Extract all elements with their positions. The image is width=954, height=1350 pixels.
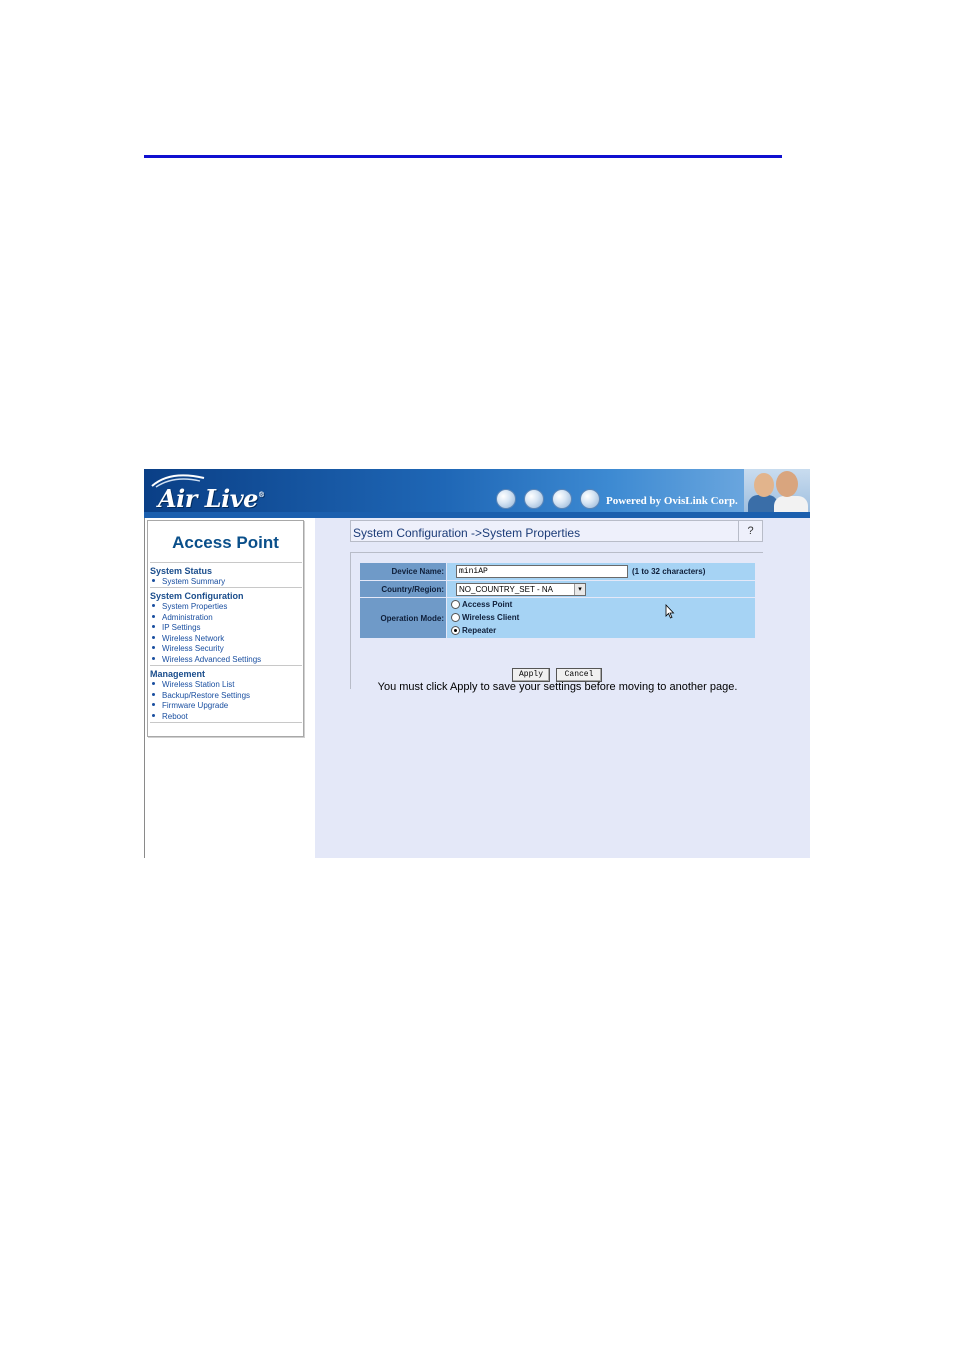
header-banner: Air Live® Powered by OvisLink Corp. — [144, 469, 810, 512]
nav-divider — [150, 722, 302, 723]
operation-mode-label: Operation Mode: — [360, 598, 446, 638]
globe-icon — [496, 489, 516, 509]
content-left-border — [350, 552, 351, 689]
globe-icons — [496, 489, 600, 511]
nav-item-reboot[interactable]: Reboot — [152, 712, 188, 721]
operation-mode-cell: Access Point Wireless Client Repeater — [447, 598, 755, 638]
page-title-bar: System Configuration ->System Properties… — [350, 520, 763, 542]
nav-title: Access Point — [172, 533, 279, 552]
nav-item-wireless-security[interactable]: Wireless Security — [152, 644, 224, 653]
bullet-icon — [152, 682, 155, 686]
country-row: Country/Region: NO_COUNTRY_SET - NA ▾ — [360, 581, 755, 597]
chevron-down-icon[interactable]: ▾ — [574, 584, 585, 595]
globe-icon — [524, 489, 544, 509]
content-area: System Configuration ->System Properties… — [315, 518, 810, 858]
device-name-hint: (1 to 32 characters) — [632, 567, 706, 576]
radio-button-selected[interactable] — [451, 626, 460, 635]
bullet-icon — [152, 646, 155, 650]
bullet-icon — [152, 703, 155, 707]
nav-item-wireless-advanced-settings[interactable]: Wireless Advanced Settings — [152, 655, 261, 664]
bullet-icon — [152, 614, 155, 618]
nav-divider — [150, 665, 302, 666]
content-divider — [350, 552, 763, 553]
nav-item-wireless-network[interactable]: Wireless Network — [152, 634, 224, 643]
bullet-icon — [152, 692, 155, 696]
help-button[interactable]: ? — [738, 521, 762, 541]
globe-icon — [580, 489, 600, 509]
left-navigation: Access Point System Status System Summar… — [144, 518, 315, 858]
router-admin-screenshot: Air Live® Powered by OvisLink Corp. Acce… — [144, 469, 810, 858]
operation-mode-row: Operation Mode: Access Point Wireless Cl… — [360, 598, 755, 638]
mode-option-wireless-client[interactable]: Wireless Client — [451, 613, 519, 622]
bullet-icon — [152, 635, 155, 639]
nav-item-wireless-station-list[interactable]: Wireless Station List — [152, 680, 234, 689]
powered-by-text: Powered by OvisLink Corp. — [606, 495, 738, 507]
nav-heading-system-configuration: System Configuration — [150, 591, 244, 601]
country-cell: NO_COUNTRY_SET - NA ▾ — [447, 581, 755, 597]
nav-panel: Access Point System Status System Summar… — [147, 520, 304, 737]
apply-button[interactable]: Apply — [512, 668, 550, 682]
device-name-row: Device Name: miniAP (1 to 32 characters) — [360, 563, 755, 580]
nav-divider — [150, 587, 302, 588]
bullet-icon — [152, 604, 155, 608]
bullet-icon — [152, 713, 155, 717]
globe-icon — [552, 489, 572, 509]
country-label: Country/Region: — [360, 581, 446, 597]
nav-heading-management: Management — [150, 669, 206, 679]
mouse-pointer-icon — [665, 604, 675, 619]
nav-divider — [150, 562, 302, 563]
nav-heading-system-status: System Status — [150, 566, 213, 576]
bullet-icon — [152, 656, 155, 660]
radio-button[interactable] — [451, 613, 460, 622]
nav-item-administration[interactable]: Administration — [152, 613, 213, 622]
nav-item-firmware-upgrade[interactable]: Firmware Upgrade — [152, 701, 228, 710]
nav-item-system-properties[interactable]: System Properties — [152, 602, 227, 611]
page-title: System Configuration ->System Properties — [353, 526, 581, 540]
header-people-photo — [744, 469, 810, 512]
device-name-input[interactable]: miniAP — [456, 565, 628, 578]
save-notice: You must click Apply to save your settin… — [377, 681, 738, 693]
document-top-rule — [144, 155, 782, 158]
mode-option-access-point[interactable]: Access Point — [451, 600, 512, 609]
cancel-button[interactable]: Cancel — [556, 668, 602, 682]
bullet-icon — [152, 579, 155, 583]
country-select[interactable]: NO_COUNTRY_SET - NA ▾ — [456, 583, 586, 596]
airlive-logo: Air Live® — [158, 484, 265, 512]
mode-option-repeater[interactable]: Repeater — [451, 626, 496, 635]
radio-button[interactable] — [451, 600, 460, 609]
device-name-cell: miniAP (1 to 32 characters) — [447, 563, 755, 580]
nav-item-system-summary[interactable]: System Summary — [152, 577, 225, 586]
nav-item-backup-restore-settings[interactable]: Backup/Restore Settings — [152, 691, 250, 700]
nav-item-ip-settings[interactable]: IP Settings — [152, 623, 201, 632]
device-name-label: Device Name: — [360, 563, 446, 580]
bullet-icon — [152, 625, 155, 629]
